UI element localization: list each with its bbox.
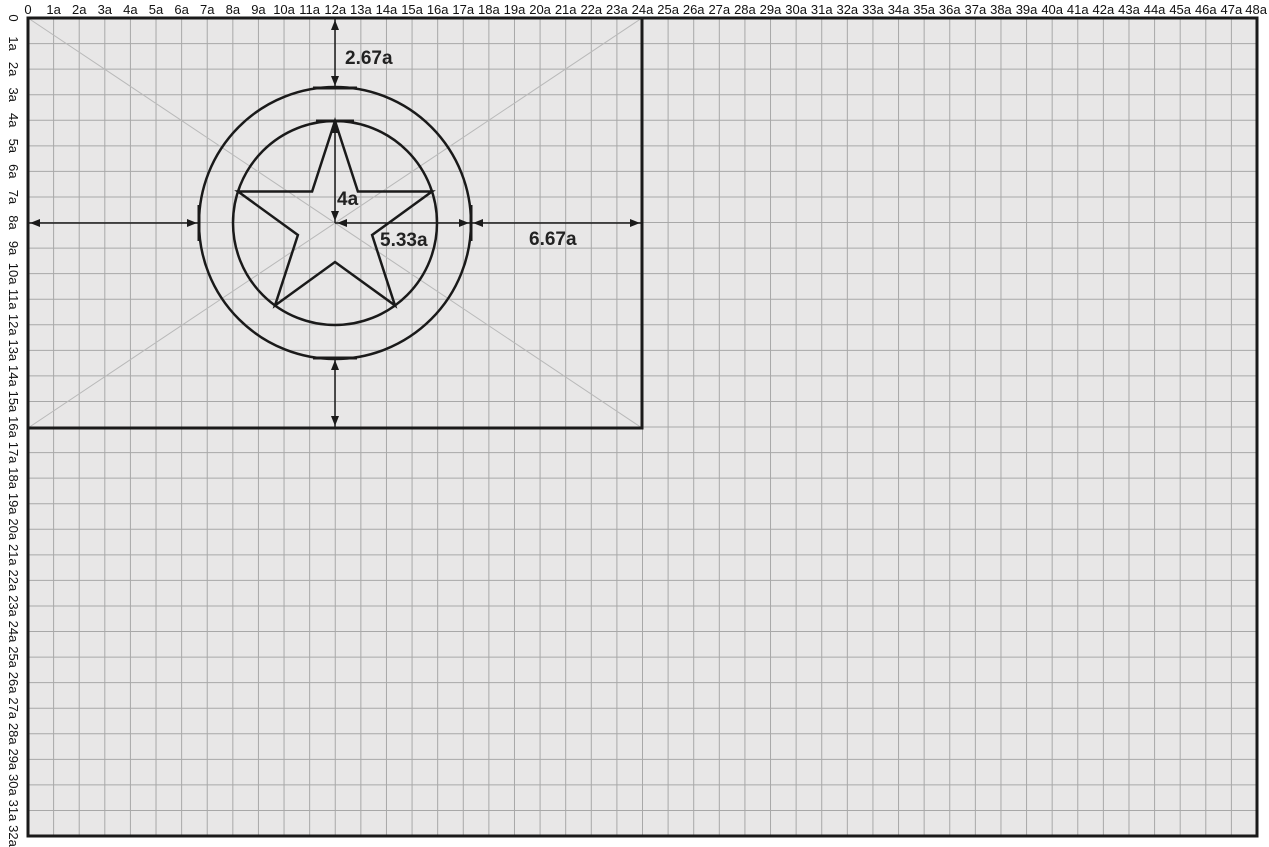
top-axis-tick-label: 45a (1169, 2, 1191, 17)
left-axis-tick-label: 27a (6, 697, 21, 719)
top-axis-tick-label: 21a (555, 2, 577, 17)
left-axis-tick-label: 11a (6, 289, 21, 310)
top-axis-tick-label: 1a (46, 2, 61, 17)
canton-diagram: 2.67a 4a 5.33a 6.67a (26, 16, 644, 430)
top-axis-tick-label: 22a (580, 2, 602, 17)
top-axis-tick-label: 44a (1144, 2, 1166, 17)
top-axis-tick-label: 11a (299, 2, 320, 17)
top-axis-tick-label: 26a (683, 2, 705, 17)
top-axis-tick-label: 28a (734, 2, 756, 17)
left-axis-tick-label: 2a (6, 62, 21, 77)
top-axis-tick-label: 16a (427, 2, 449, 17)
top-axis-tick-label: 17a (452, 2, 474, 17)
top-axis-tick-label: 2a (72, 2, 87, 17)
top-axis-tick-label: 24a (632, 2, 654, 17)
top-axis-tick-label: 29a (760, 2, 782, 17)
top-axis-tick-label: 36a (939, 2, 961, 17)
left-axis-tick-label: 9a (6, 241, 21, 256)
left-axis-tick-label: 24a (6, 621, 21, 643)
top-axis-tick-label: 6a (174, 2, 189, 17)
left-axis-tick-label: 13a (6, 339, 21, 361)
top-axis-tick-label: 32a (836, 2, 858, 17)
top-axis-tick-label: 3a (98, 2, 113, 17)
top-axis-tick-label: 47a (1221, 2, 1243, 17)
top-axis-tick-label: 39a (1016, 2, 1038, 17)
flag-construction-sheet: 0 1a 2a 3a 4a 5a 6a 7a 8a 9a 10a 11a 12a 13a 14a 15a 16a… (6, 2, 1268, 847)
top-axis-tick-label: 15a (401, 2, 423, 17)
left-axis-tick-label: 16a (6, 416, 21, 438)
top-axis-tick-label: 4a (123, 2, 138, 17)
left-axis-tick-label: 8a (6, 215, 21, 230)
left-axis-tick-label: 12a (6, 314, 21, 336)
left-axis-tick-label: 6a (6, 164, 21, 179)
top-axis-tick-label: 30a (785, 2, 807, 17)
left-axis-tick-label: 25a (6, 646, 21, 668)
top-axis-tick-label: 14a (376, 2, 398, 17)
left-axis-tick-label: 5a (6, 139, 21, 154)
top-axis-tick-label: 18a (478, 2, 500, 17)
right-gap-label: 6.67a (529, 229, 577, 250)
left-axis-tick-label: 7a (6, 190, 21, 205)
left-axis-tick-label: 4a (6, 113, 21, 128)
left-axis-tick-label: 17a (6, 442, 21, 464)
left-axis-tick-label: 31a (6, 800, 21, 822)
top-axis-tick-label: 9a (251, 2, 266, 17)
left-axis-tick-label: 15a (6, 391, 21, 413)
top-axis-tick-label: 5a (149, 2, 164, 17)
left-axis-tick-label: 26a (6, 672, 21, 694)
left-axis-tick-label: 18a (6, 467, 21, 489)
left-axis-tick-label: 1a (6, 36, 21, 51)
left-axis-tick-label: 23a (6, 595, 21, 617)
top-axis-tick-label: 43a (1118, 2, 1140, 17)
left-axis-tick-label: 0 (6, 14, 21, 21)
left-axis-tick-label: 28a (6, 723, 21, 745)
top-axis-tick-label: 23a (606, 2, 628, 17)
top-axis-tick-label: 13a (350, 2, 372, 17)
left-axis-tick-label: 10a (6, 263, 21, 285)
top-axis-tick-label: 10a (273, 2, 295, 17)
left-axis-tick-label: 32a (6, 825, 21, 847)
star-radius-label: 4a (337, 189, 359, 210)
top-axis-tick-label: 42a (1093, 2, 1115, 17)
left-axis-tick-label: 22a (6, 570, 21, 592)
top-axis-tick-label: 0 (24, 2, 31, 17)
top-axis-tick-label: 37a (965, 2, 987, 17)
top-axis-tick-label: 41a (1067, 2, 1089, 17)
top-axis-tick-label: 48a (1245, 2, 1267, 17)
left-axis-labels: 0 1a 2a 3a 4a 5a 6a 7a 8a 9a 10a 11a 12a 13a 14a 15a 16a… (6, 14, 21, 847)
top-axis-tick-label: 35a (913, 2, 935, 17)
top-axis-tick-label: 38a (990, 2, 1012, 17)
top-axis-labels: 0 1a 2a 3a 4a 5a 6a 7a 8a 9a 10a 11a 12a 13a 14a 15a 16a… (24, 2, 1267, 17)
top-axis-tick-label: 8a (226, 2, 241, 17)
top-axis-tick-label: 33a (862, 2, 884, 17)
left-axis-tick-label: 3a (6, 87, 21, 102)
top-axis-tick-label: 27a (708, 2, 730, 17)
top-axis-tick-label: 7a (200, 2, 215, 17)
left-axis-tick-label: 19a (6, 493, 21, 515)
outer-radius-label: 5.33a (380, 230, 428, 251)
top-axis-tick-label: 31a (811, 2, 833, 17)
left-axis-tick-label: 14a (6, 365, 21, 387)
top-axis-tick-label: 46a (1195, 2, 1217, 17)
top-gap-label: 2.67a (345, 48, 393, 69)
top-axis-tick-label: 40a (1041, 2, 1063, 17)
left-axis-tick-label: 29a (6, 748, 21, 770)
top-axis-tick-label: 34a (888, 2, 910, 17)
left-axis-tick-label: 21a (6, 544, 21, 566)
left-axis-tick-label: 20a (6, 518, 21, 540)
top-axis-tick-label: 19a (504, 2, 526, 17)
top-axis-tick-label: 20a (529, 2, 551, 17)
top-axis-tick-label: 25a (657, 2, 679, 17)
left-axis-tick-label: 30a (6, 774, 21, 796)
top-axis-tick-label: 12a (324, 2, 346, 17)
